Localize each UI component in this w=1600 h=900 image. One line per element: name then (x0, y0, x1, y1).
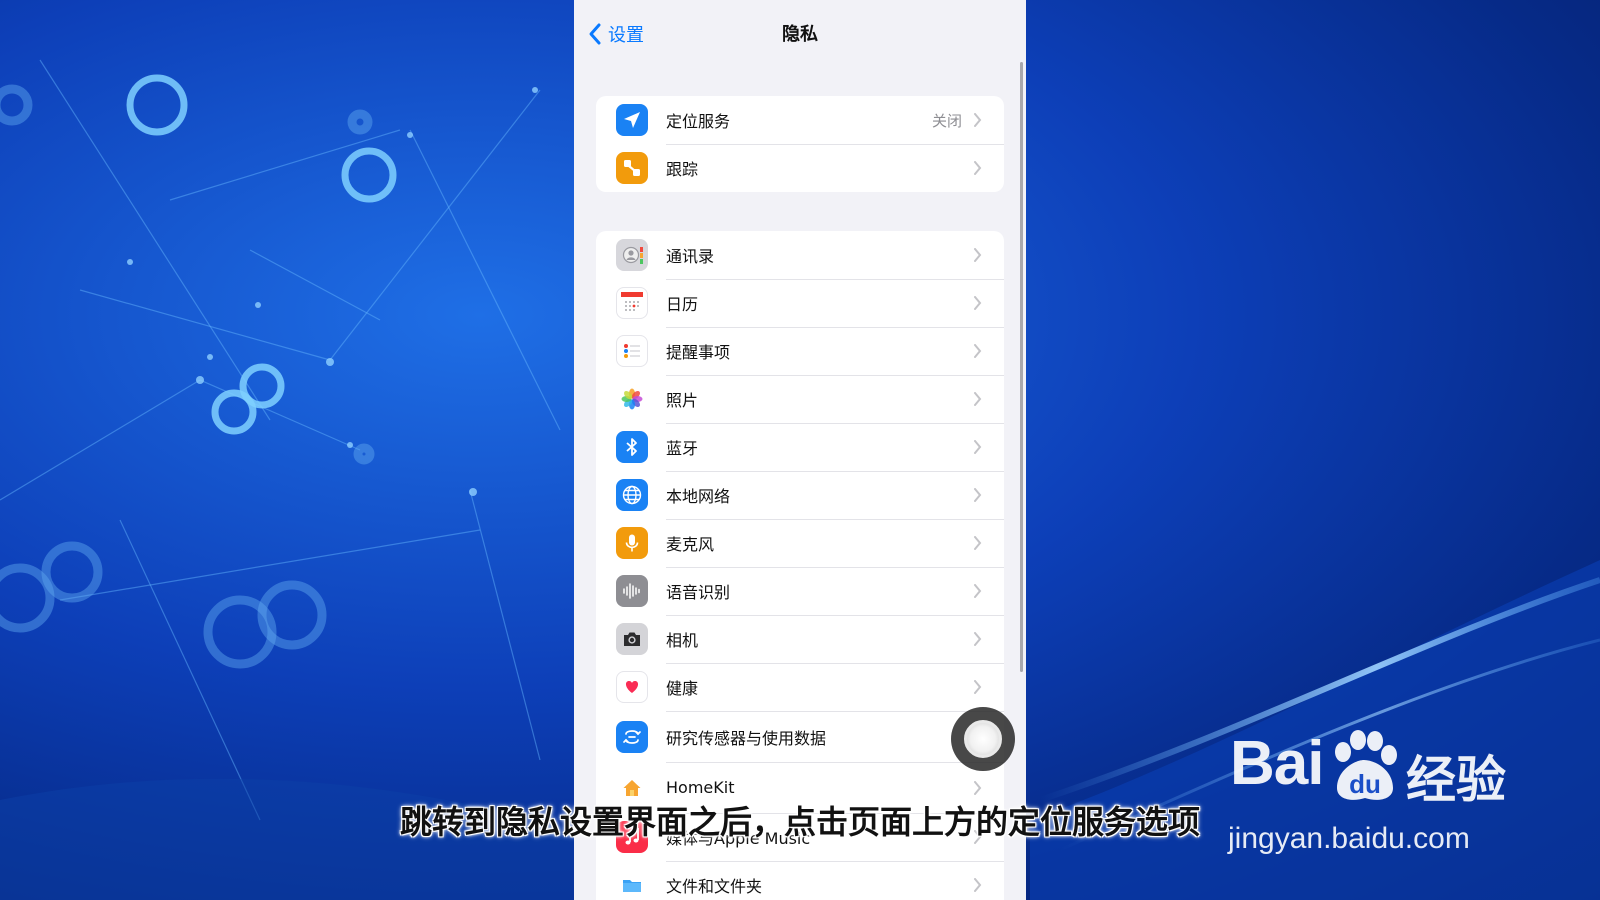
chevron-right-icon (973, 392, 982, 406)
folder-icon (616, 869, 648, 900)
row-label: 研究传感器与使用数据 (666, 728, 827, 748)
chevron-right-icon (973, 161, 982, 175)
chevron-right-icon (973, 680, 982, 694)
row-label: 蓝牙 (666, 439, 699, 458)
photos-icon (616, 383, 648, 415)
row-label: 语音识别 (666, 583, 731, 602)
globe-icon (616, 479, 648, 511)
camera-icon (616, 623, 648, 655)
row-contacts[interactable]: 通讯录 (596, 231, 1004, 279)
baidu-jingyan-watermark: Bai du 经验 jingyan.baidu.com (1228, 728, 1530, 868)
navigation-bar: 设置 隐私 (574, 0, 1026, 68)
row-reminders[interactable]: 提醒事项 (596, 327, 1004, 375)
microphone-icon (616, 527, 648, 559)
assistive-touch-button[interactable] (951, 707, 1015, 771)
chevron-right-icon (973, 878, 982, 892)
row-health[interactable]: 健康 (596, 663, 1004, 711)
row-label: 跟踪 (666, 160, 699, 179)
row-label: 通讯录 (666, 247, 715, 266)
row-camera[interactable]: 相机 (596, 615, 1004, 663)
chevron-right-icon (973, 113, 982, 127)
row-local-network[interactable]: 本地网络 (596, 471, 1004, 519)
row-label: 健康 (666, 679, 699, 698)
watermark-paw-text: du (1349, 769, 1381, 799)
row-files-folders[interactable]: 文件和文件夹 (596, 861, 1004, 900)
row-calendar[interactable]: 日历 (596, 279, 1004, 327)
row-label: 定位服务 (666, 112, 731, 131)
calendar-icon (616, 287, 648, 319)
settings-group-location: 定位服务 关闭 跟踪 (596, 96, 1004, 192)
row-label: 提醒事项 (666, 343, 731, 362)
row-label: 麦克风 (666, 535, 715, 554)
location-status: 关闭 (931, 111, 962, 130)
waveform-icon (616, 575, 648, 607)
tracking-icon (616, 152, 648, 184)
row-label: 本地网络 (666, 487, 731, 506)
chevron-right-icon (973, 780, 982, 795)
page-title: 隐私 (782, 24, 818, 45)
chevron-right-icon (973, 584, 982, 598)
row-label: 文件和文件夹 (666, 877, 763, 896)
row-location-services[interactable]: 定位服务 关闭 (596, 96, 1004, 144)
baidu-paw-icon: du (1335, 730, 1397, 800)
watermark-brand: Bai (1230, 729, 1324, 798)
chevron-right-icon (973, 248, 982, 262)
row-research-sensor-data[interactable]: 研究传感器与使用数据 (596, 711, 1004, 762)
row-label: 照片 (666, 391, 699, 410)
row-label: 相机 (666, 631, 699, 650)
chevron-right-icon (973, 632, 982, 646)
chevron-right-icon (973, 488, 982, 502)
row-tracking[interactable]: 跟踪 (596, 144, 1004, 192)
chevron-right-icon (973, 344, 982, 358)
watermark-url: jingyan.baidu.com (1228, 822, 1470, 855)
chevron-right-icon (973, 296, 982, 310)
research-icon (616, 720, 648, 753)
heart-icon (616, 671, 648, 703)
row-label: 日历 (666, 295, 699, 314)
row-speech-recognition[interactable]: 语音识别 (596, 567, 1004, 615)
row-microphone[interactable]: 麦克风 (596, 519, 1004, 567)
watermark-suffix: 经验 (1406, 751, 1506, 809)
row-label: HomeKit (666, 778, 735, 797)
bluetooth-icon (616, 431, 648, 463)
reminders-icon (616, 335, 648, 367)
contacts-icon (616, 239, 648, 271)
privacy-settings-screen: 设置 隐私 定位服务 关闭 跟踪 通讯录 日历 提醒事项 照片 蓝牙 本地网络 … (574, 0, 1026, 900)
row-bluetooth[interactable]: 蓝牙 (596, 423, 1004, 471)
location-arrow-icon (616, 104, 648, 136)
chevron-right-icon (973, 536, 982, 550)
chevron-right-icon (973, 440, 982, 454)
scrollbar[interactable] (1020, 62, 1023, 672)
row-photos[interactable]: 照片 (596, 375, 1004, 423)
